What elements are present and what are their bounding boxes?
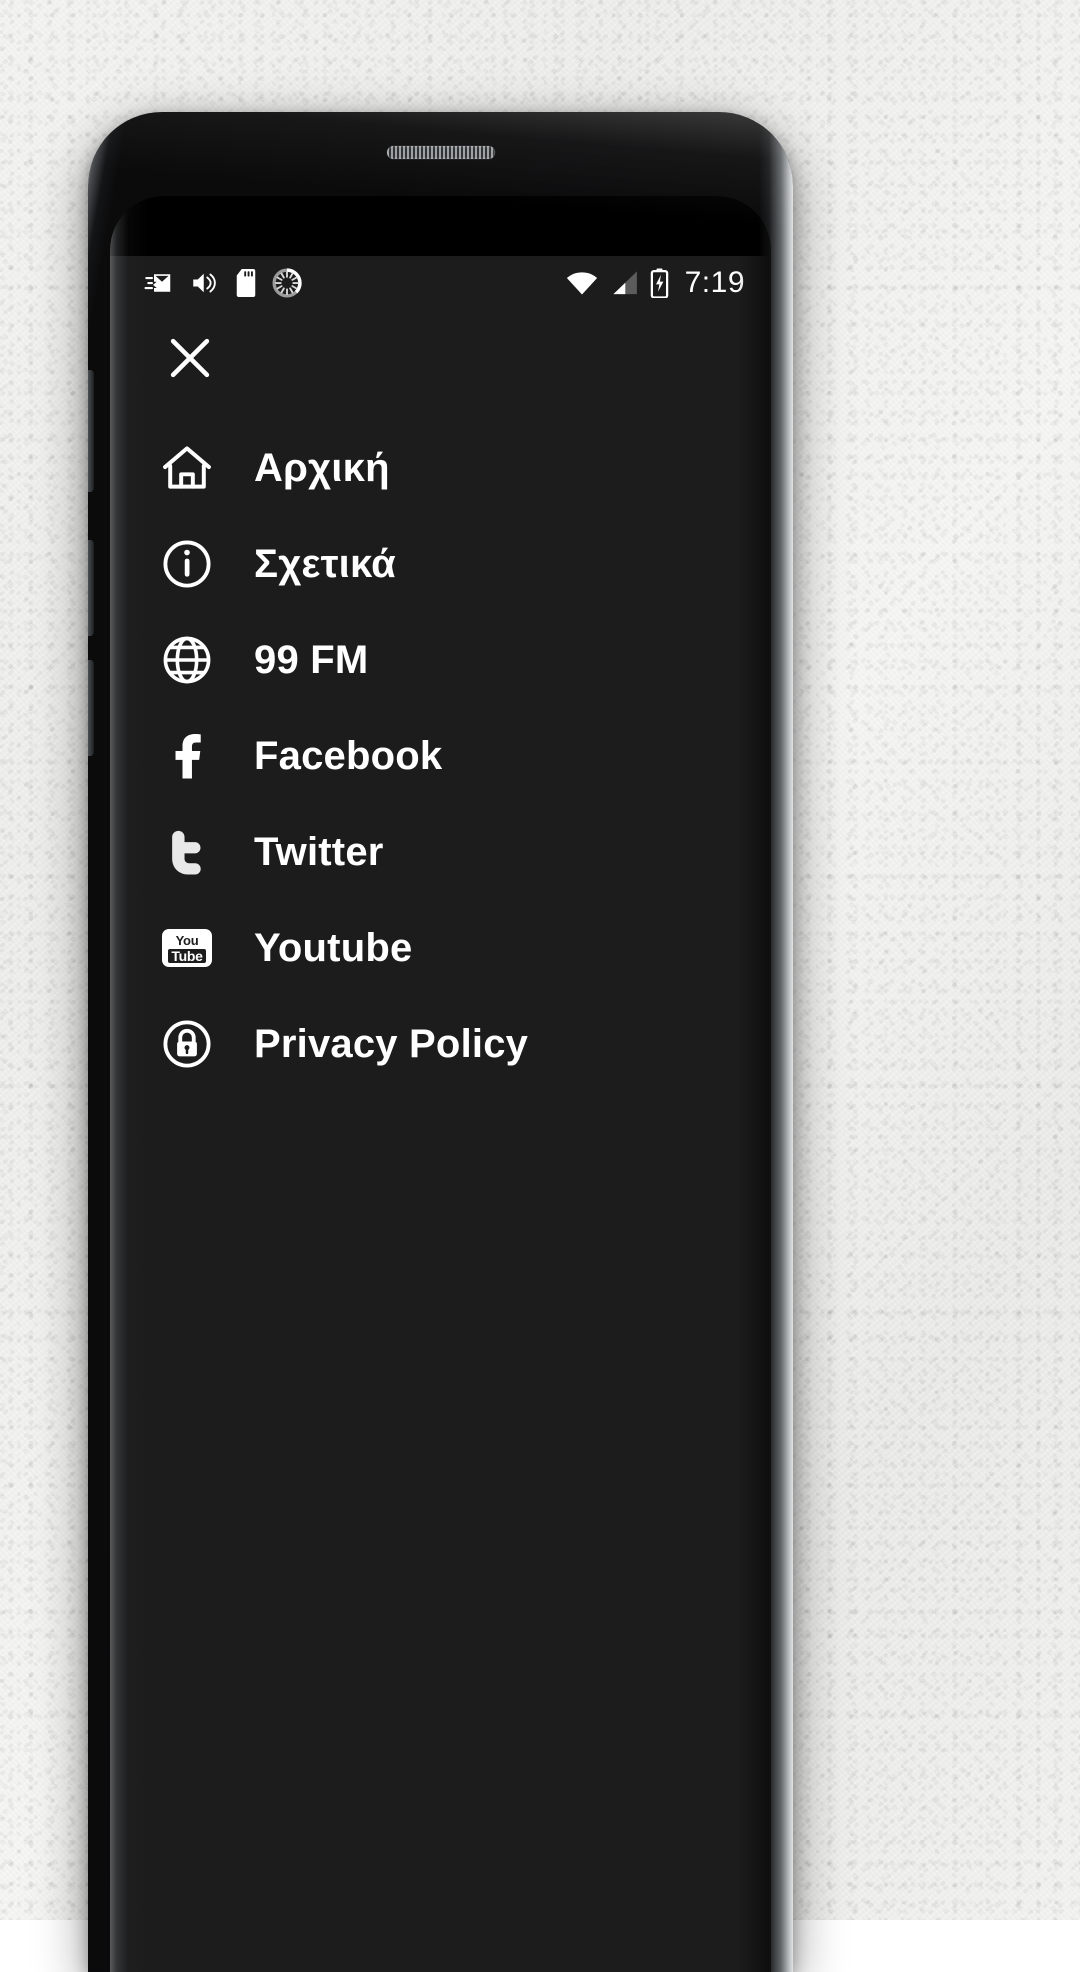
menu-item-label: 99 FM — [254, 638, 368, 683]
menu-item-privacy-policy[interactable]: Privacy Policy — [110, 996, 771, 1092]
youtube-glyph-top: You — [176, 934, 199, 947]
sd-card-icon — [235, 268, 257, 298]
status-bar: 7:19 — [110, 256, 771, 310]
menu-item-label: Twitter — [254, 830, 384, 875]
menu-item-home[interactable]: Αρχική — [110, 420, 771, 516]
power-button[interactable] — [787, 574, 793, 692]
status-bar-left-icons — [144, 268, 302, 298]
info-circle-icon — [144, 537, 230, 591]
menu-item-about[interactable]: Σχετικά — [110, 516, 771, 612]
home-icon — [144, 440, 230, 496]
battery-charging-icon — [650, 268, 669, 298]
cellular-signal-icon — [610, 269, 639, 297]
phone-screen: 7:19 — [110, 196, 771, 1972]
menu-item-youtube[interactable]: You Tube Youtube — [110, 900, 771, 996]
mail-icon — [144, 268, 174, 298]
lock-circle-icon — [144, 1017, 230, 1071]
facebook-icon — [144, 728, 230, 784]
earpiece-speaker — [387, 146, 495, 159]
close-icon — [164, 332, 216, 384]
youtube-glyph-bottom: Tube — [168, 949, 205, 963]
wifi-icon — [565, 269, 599, 297]
phone-device: 7:19 — [88, 112, 793, 1972]
status-bar-right-icons: 7:19 — [565, 266, 745, 300]
menu-item-station[interactable]: 99 FM — [110, 612, 771, 708]
menu-item-label: Αρχική — [254, 446, 390, 491]
volume-icon — [189, 268, 220, 298]
menu-item-facebook[interactable]: Facebook — [110, 708, 771, 804]
bixby-button[interactable] — [88, 370, 94, 492]
screen-forehead — [110, 196, 771, 256]
volume-up-button[interactable] — [88, 660, 94, 756]
menu-item-label: Youtube — [254, 926, 412, 971]
menu-item-label: Facebook — [254, 734, 442, 779]
status-bar-clock: 7:19 — [685, 266, 745, 300]
menu-item-twitter[interactable]: Twitter — [110, 804, 771, 900]
navigation-drawer: Αρχική Σχετικά — [110, 310, 771, 1972]
menu-item-label: Privacy Policy — [254, 1022, 528, 1067]
sync-spinner-icon — [272, 268, 302, 298]
youtube-icon: You Tube — [144, 929, 230, 967]
globe-icon — [144, 633, 230, 687]
drawer-menu-list: Αρχική Σχετικά — [110, 420, 771, 1092]
menu-item-label: Σχετικά — [254, 542, 396, 587]
close-drawer-button[interactable] — [160, 328, 220, 388]
twitter-icon — [144, 824, 230, 880]
volume-down-button[interactable] — [88, 540, 94, 636]
